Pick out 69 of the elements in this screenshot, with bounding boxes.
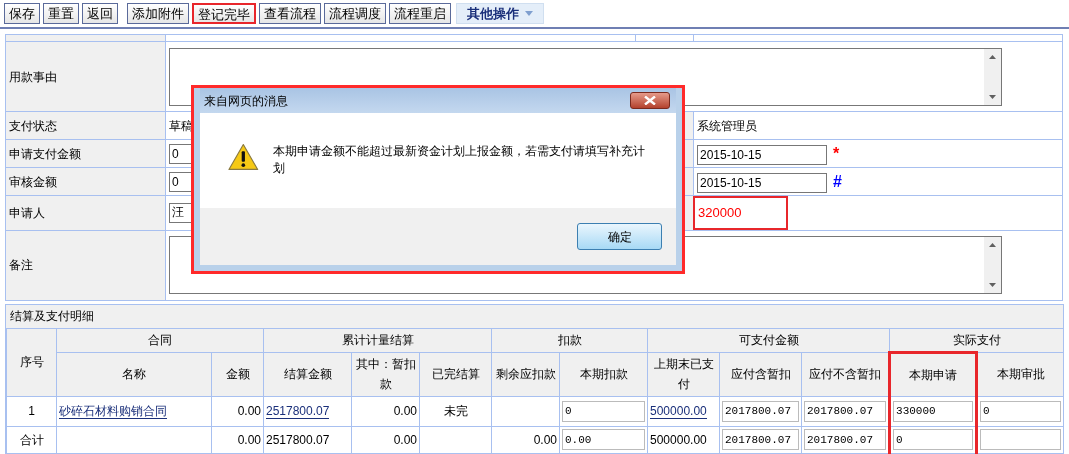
column-header: 实际支付	[952, 332, 1001, 347]
table-cell: 0.00	[393, 404, 417, 418]
table-cell: 0.00	[237, 404, 261, 418]
toolbar-button[interactable]: 登记完毕	[192, 3, 256, 24]
field-label: 审核金额	[9, 174, 57, 189]
caret-icon	[525, 11, 533, 16]
column-header: 上期末已支付	[647, 352, 720, 396]
required-marker: #	[833, 172, 842, 190]
input-field[interactable]: 2017800.07	[804, 400, 887, 422]
required-marker: *	[833, 144, 840, 162]
table-cell: 0.00	[237, 432, 261, 447]
scrollbar-drawing	[984, 237, 1001, 293]
field-label: 用款事由	[9, 69, 57, 84]
field-label: 支付状态	[9, 118, 57, 133]
input-field[interactable]: 0	[562, 400, 645, 422]
table-cell: 合计	[19, 432, 44, 447]
toolbar-button[interactable]: 查看流程	[259, 3, 321, 24]
toolbar-button[interactable]: 流程重启	[389, 3, 451, 24]
column-header: 本期申请	[889, 352, 977, 396]
column-header: 累计计量结算	[341, 333, 414, 347]
column-header: 金额	[211, 352, 264, 396]
input-field[interactable]: 330000	[893, 400, 974, 422]
input-field[interactable]: 2017800.07	[804, 429, 887, 450]
toolbar-button[interactable]: 返回	[82, 3, 118, 24]
toolbar-button[interactable]: 流程调度	[324, 3, 386, 24]
table-cell: 0.00	[533, 432, 557, 447]
close-button[interactable]	[630, 92, 670, 109]
input-field[interactable]: 0	[980, 400, 1061, 422]
toolbar-button[interactable]: 重置	[43, 3, 79, 24]
column-header: 序号	[19, 355, 44, 369]
ok-button[interactable]: 确定	[577, 223, 662, 250]
column-header: 可支付金额	[738, 333, 799, 347]
column-header: 名称	[56, 352, 212, 396]
column-header: 结算金额	[263, 352, 352, 396]
input-field[interactable]: 2017800.07	[722, 400, 799, 422]
field-value: 系统管理员	[697, 118, 757, 133]
column-header: 应付不含暂扣	[801, 352, 890, 396]
input-field[interactable]: 0.00	[562, 429, 645, 450]
column-header: 已完结算	[419, 352, 492, 396]
column-header: 应付含暂扣	[719, 352, 802, 396]
column-header: 其中：暂扣款	[351, 352, 420, 396]
field-label: 申请人	[9, 205, 45, 220]
input-field[interactable]: 2017800.07	[722, 429, 799, 450]
table-cell: 2517800.07	[266, 432, 330, 447]
field-value: 320000	[693, 196, 788, 230]
table-cell: 1	[28, 404, 35, 418]
column-header: 扣款	[557, 333, 582, 347]
dialog-message: 本期申请金额不能超过最新资金计划上报金额，若需支付请填写补充计划	[272, 143, 646, 177]
section-title: 结算及支付明细	[6, 304, 1063, 328]
warning-icon	[228, 143, 259, 171]
close-icon	[644, 96, 656, 105]
field-label: 备注	[9, 258, 33, 272]
column-header: 合同	[148, 333, 172, 347]
column-header: 剩余应扣款	[491, 352, 560, 396]
dialog-title: 来自网页的消息	[203, 92, 288, 110]
input-field[interactable]: 2015-10-15	[697, 172, 827, 193]
menu-button[interactable]: 其他操作	[456, 3, 544, 24]
scrollbar-drawing	[984, 48, 1001, 105]
input-field[interactable]	[980, 429, 1061, 450]
column-header: 本期扣款	[559, 352, 648, 396]
toolbar-button[interactable]: 保存	[4, 3, 40, 24]
table-cell: 0.00	[393, 432, 417, 447]
table-cell: 未完	[443, 404, 468, 418]
field-label: 申请支付金额	[9, 146, 81, 161]
input-field[interactable]: 0	[893, 429, 974, 450]
table-cell: 500000.00	[650, 432, 707, 447]
input-field[interactable]: 2015-10-15	[697, 144, 827, 165]
column-header: 本期审批	[976, 352, 1064, 396]
toolbar-button[interactable]: 添加附件	[127, 3, 189, 24]
